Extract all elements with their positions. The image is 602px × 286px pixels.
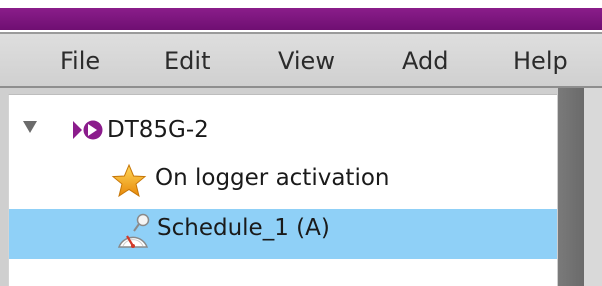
title-bar-stripe [0,8,602,30]
menu-file[interactable]: File [60,44,100,78]
stopwatch-icon [117,213,150,248]
tree-item-schedule[interactable]: Schedule_1 (A) [9,209,557,259]
tree-item-trigger[interactable]: On logger activation [9,159,557,209]
title-bar [0,0,602,32]
content-area: DT85G-2 On logger activation Schedule_1 … [0,88,602,286]
right-panel [584,88,602,286]
dt-logo-icon [73,120,103,140]
menu-edit[interactable]: Edit [164,44,210,78]
menu-bar: File Edit View Add Help [0,32,602,88]
panel-splitter[interactable] [558,88,584,286]
tree-item-device[interactable]: DT85G-2 [9,105,557,155]
menu-help[interactable]: Help [513,44,568,78]
program-tree: DT85G-2 On logger activation Schedule_1 … [8,94,557,286]
trigger-label: On logger activation [155,165,390,191]
schedule-label: Schedule_1 (A) [157,215,330,241]
menu-view[interactable]: View [278,44,335,78]
menu-add[interactable]: Add [402,44,448,78]
app-window: File Edit View Add Help DT85G-2 On logge… [0,0,602,286]
expand-arrow-icon[interactable] [23,121,37,133]
device-label: DT85G-2 [107,117,209,143]
star-icon [111,163,147,198]
